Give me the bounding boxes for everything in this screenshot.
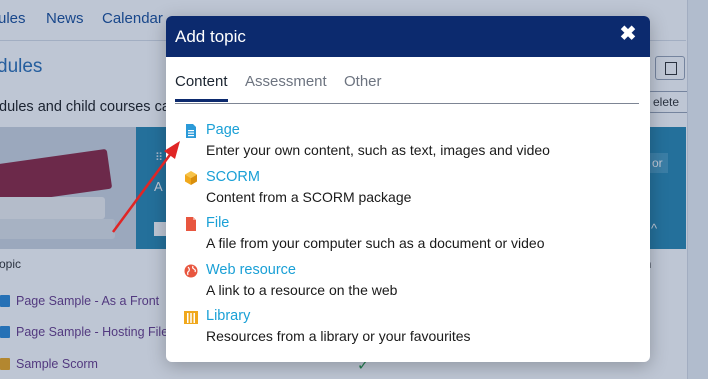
topic-option-description: Resources from a library or your favouri… — [206, 328, 471, 344]
topic-option-label[interactable]: File — [206, 215, 229, 231]
tab-assessment[interactable]: Assessment — [245, 73, 327, 90]
scorm-cube-icon — [185, 171, 197, 185]
topic-option-label[interactable]: SCORM — [206, 169, 260, 185]
library-icon — [184, 311, 198, 324]
topic-option-label[interactable]: Web resource — [206, 262, 296, 278]
topic-option-description: Enter your own content, such as text, im… — [206, 142, 550, 158]
page-icon — [186, 124, 196, 138]
topic-option-label[interactable]: Library — [206, 308, 250, 324]
modal-header: Add topic ✖ — [166, 16, 650, 57]
tab-other[interactable]: Other — [344, 73, 382, 90]
modal-title: Add topic — [175, 27, 246, 46]
topic-option-description: A file from your computer such as a docu… — [206, 235, 545, 251]
modal-tab-bar: Content Assessment Other — [175, 73, 639, 104]
topic-option-description: A link to a resource on the web — [206, 282, 398, 298]
topic-option-label[interactable]: Page — [206, 122, 240, 138]
close-icon[interactable]: ✖ — [618, 24, 638, 44]
active-tab-indicator — [175, 99, 228, 102]
file-icon — [186, 217, 196, 231]
add-topic-modal: Add topic ✖ Content Assessment Other Pag… — [166, 16, 650, 362]
topic-option-description: Content from a SCORM package — [206, 189, 412, 205]
globe-icon — [184, 264, 198, 278]
tab-content[interactable]: Content — [175, 73, 228, 90]
